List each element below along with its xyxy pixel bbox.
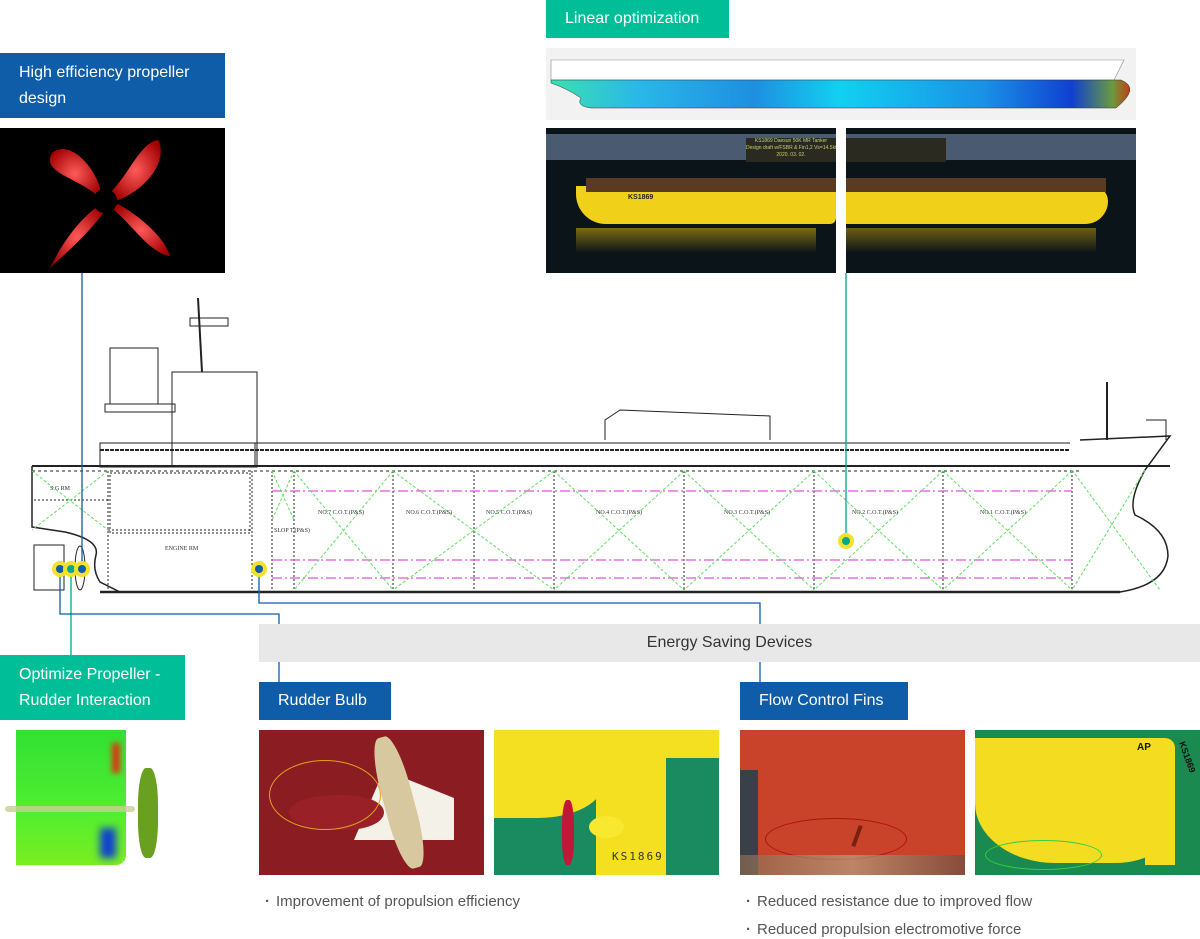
marker-rudder-bulb[interactable] (251, 561, 267, 577)
cfd-rudder-propeller-image (0, 728, 250, 878)
rudder-model-marking: KS1869 (612, 850, 664, 863)
location-markers (52, 533, 854, 577)
flow-fins-bullet: Reduced resistance due to improved flow (746, 893, 1032, 910)
label-propeller-rudder: Optimize Propeller -Rudder Interaction (0, 655, 185, 720)
connector-lines (59, 273, 847, 682)
rudder-bulb-photo-model: KS1869 (494, 730, 719, 875)
energy-saving-devices-title: Energy Saving Devices (646, 634, 813, 651)
label-flow-control-fins: Flow Control Fins (740, 682, 908, 720)
model-test-photo-right (846, 128, 1136, 273)
label-linear-optimization: Linear optimization (546, 0, 729, 38)
compartment-label: NO.6 C.O.T.(P&S) (406, 509, 452, 516)
compartment-label: NO.5 C.O.T.(P&S) (486, 509, 532, 516)
compartment-label: NO.7 C.O.T.(P&S) (318, 509, 364, 516)
label-flow-control-fins-text: Flow Control Fins (759, 692, 884, 709)
tank-display-caption: KS1869 Daesun 50K MR Tanker Design draft… (746, 138, 836, 162)
label-rudder-bulb: Rudder Bulb (259, 682, 391, 720)
model-test-photo-left: KS1869 Daesun 50K MR Tanker Design draft… (546, 128, 836, 273)
label-propeller-design-text: High efficiency propeller design (19, 64, 190, 107)
label-linear-optimization-text: Linear optimization (565, 10, 700, 27)
flow-fins-bullet: Reduced propulsion electromotive force (746, 921, 1021, 938)
label-rudder-bulb-text: Rudder Bulb (278, 692, 367, 709)
compartment-label: NO.3 C.O.T.(P&S) (724, 509, 770, 516)
hull-contour-graphic (550, 59, 1130, 109)
rudder-bulb-bullet: Improvement of propulsion efficiency (265, 893, 520, 910)
connector-esd-top-left (59, 569, 280, 624)
rudder-bulb-photo-real (259, 730, 484, 875)
fins-model-marking: KS1869 (1177, 740, 1198, 774)
compartment-label: ENGINE RM (165, 546, 199, 552)
model-hull-marking: KS1869 (628, 194, 654, 201)
compartment-label: NO.2 C.O.T.(P&S) (852, 509, 898, 516)
label-propeller-rudder-text: Optimize Propeller -Rudder Interaction (19, 666, 161, 709)
energy-saving-devices-bar: Energy Saving Devices (259, 624, 1200, 662)
compartment-labels: S.G RM ENGINE RM NO.7 C.O.T.(P&S) NO.6 C… (50, 486, 1026, 552)
connector-esd-top-right (258, 569, 761, 624)
marker-propeller-design[interactable] (74, 561, 90, 577)
marker-linear-optimization[interactable] (838, 533, 854, 549)
fins-model-marking-ap: AP (1137, 742, 1151, 753)
ship-profile-drawing (31, 297, 1172, 594)
compartment-label: NO.1 C.O.T.(P&S) (980, 509, 1026, 516)
flow-fins-photo-model: AP KS1869 (975, 730, 1200, 875)
hull-pressure-contour-image (546, 48, 1136, 120)
propeller-render-image (0, 128, 225, 273)
compartment-label: S.G RM (50, 486, 71, 492)
flow-fins-photo-real (740, 730, 965, 875)
compartment-label: SLOP T.(P&S) (274, 527, 310, 534)
compartment-label: NO.4 C.O.T.(P&S) (596, 509, 642, 516)
label-propeller-design: High efficiency propeller design (0, 53, 225, 118)
propeller-icon (49, 140, 170, 268)
